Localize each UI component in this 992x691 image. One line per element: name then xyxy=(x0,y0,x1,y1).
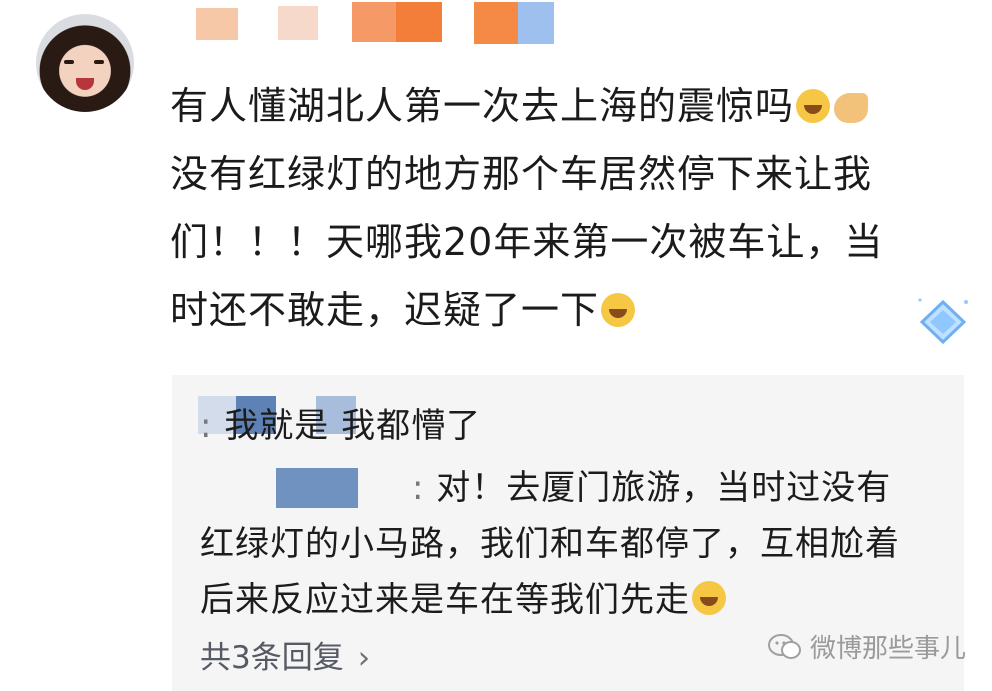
reply-2-text: 对！去厦门旅游，当时过没有 xyxy=(436,468,892,508)
laughing-crying-emoji-icon xyxy=(796,89,831,123)
chevron-right-icon: › xyxy=(357,640,371,676)
reply-2-line-3: 后来反应过来是车在等我们先走 xyxy=(200,572,726,621)
reply-2-line-2: 红绿灯的小马路，我们和车都停了，互相尬着 xyxy=(200,524,900,564)
view-more-replies-link[interactable]: 共3条回复 › xyxy=(200,632,370,677)
avatar[interactable] xyxy=(36,14,134,112)
blurred-username xyxy=(0,0,992,56)
reply-1-text: 我就是 我都懵了 xyxy=(224,406,482,446)
post-line-1: 有人懂湖北人第一次去上海的震惊吗 xyxy=(170,72,930,140)
watermark: 微博那些事儿 xyxy=(768,628,966,665)
crying-emoji-icon xyxy=(692,581,726,615)
wechat-icon xyxy=(768,633,801,659)
post-line-4: 时还不敢走，迟疑了一下 xyxy=(170,276,930,344)
post-line-3: 们！！！天哪我20年来第一次被车让，当 xyxy=(170,220,884,264)
laughing-crying-emoji-icon xyxy=(601,293,636,327)
post-body: 有人懂湖北人第一次去上海的震惊吗 没有红绿灯的地方那个车居然停下来让我 们！！！… xyxy=(170,72,930,344)
reply-2-line-1[interactable]: : 对！去厦门旅游，当时过没有 xyxy=(412,460,891,509)
post-line-2: 没有红绿灯的地方那个车居然停下来让我 xyxy=(170,152,873,196)
watermark-text: 微博那些事儿 xyxy=(810,634,967,664)
clapping-hand-emoji-icon xyxy=(834,93,869,123)
diamond-badge-icon xyxy=(918,298,968,345)
reply-1[interactable]: : 我就是 我都懵了 xyxy=(200,398,481,447)
view-more-replies-label: 共3条回复 xyxy=(200,640,344,676)
